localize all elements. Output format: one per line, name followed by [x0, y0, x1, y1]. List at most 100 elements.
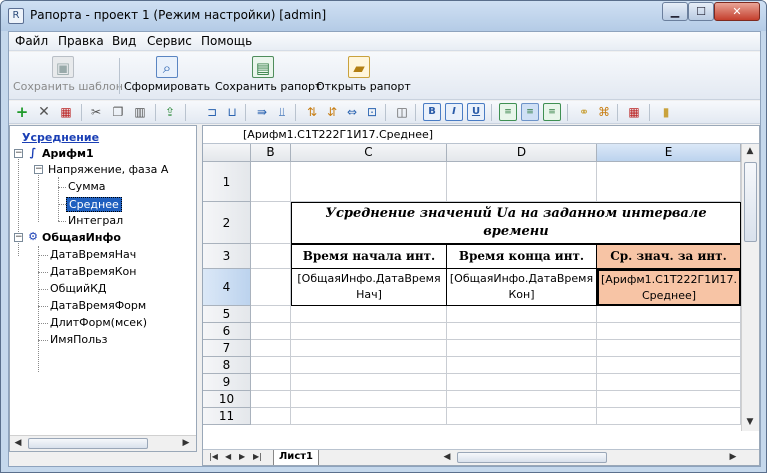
cell-d6[interactable]: [447, 323, 597, 340]
header-start-cell[interactable]: Время начала инт.: [291, 244, 447, 269]
abc-transform-icon[interactable]: ⌘: [595, 103, 613, 121]
cell-e9[interactable]: [597, 374, 741, 391]
collapse-icon[interactable]: −: [14, 149, 23, 158]
fit-width-icon[interactable]: ⇔: [343, 103, 361, 121]
scroll-right-icon[interactable]: ▶: [725, 450, 741, 465]
insert-row-icon[interactable]: ⫫: [273, 103, 291, 121]
scroll-thumb[interactable]: [457, 452, 607, 463]
cell-b8[interactable]: [251, 357, 291, 374]
menu-edit[interactable]: Правка: [58, 34, 104, 48]
prev-sheet-icon[interactable]: ◀: [225, 452, 231, 461]
sheet-horizontal-scrollbar[interactable]: ◀ ▶: [439, 450, 759, 465]
header-end-cell[interactable]: Время конца инт.: [447, 244, 597, 269]
align-center-icon[interactable]: ≡: [521, 103, 539, 121]
cell-d10[interactable]: [447, 391, 597, 408]
row-header-9[interactable]: 9: [203, 374, 251, 391]
cell-b7[interactable]: [251, 340, 291, 357]
cell-b6[interactable]: [251, 323, 291, 340]
value-average-cell[interactable]: [Арифм1.С1Т222Г1И17.Среднее]: [597, 269, 741, 306]
menu-service[interactable]: Сервис: [147, 34, 192, 48]
row-header-11[interactable]: 11: [203, 408, 251, 425]
italic-button[interactable]: I: [445, 103, 463, 121]
cell-c7[interactable]: [291, 340, 447, 357]
cell-c8[interactable]: [291, 357, 447, 374]
maximize-button[interactable]: ☐: [688, 2, 714, 21]
column-header-c[interactable]: C: [291, 144, 447, 162]
properties-icon[interactable]: ▦: [57, 103, 75, 121]
row-header-8[interactable]: 8: [203, 357, 251, 374]
tree-leaf-sum[interactable]: Сумма: [68, 180, 106, 193]
tree-leaf-duration[interactable]: ДлитФорм(мсек): [50, 316, 147, 329]
close-button[interactable]: ✕: [714, 2, 760, 21]
row-header-5[interactable]: 5: [203, 306, 251, 323]
align-left-icon[interactable]: ≡: [499, 103, 517, 121]
cell-e5[interactable]: [597, 306, 741, 323]
menu-view[interactable]: Вид: [112, 34, 136, 48]
formula-bar[interactable]: [Арифм1.С1Т222Г1И17.Среднее]: [203, 126, 759, 144]
row-header-3[interactable]: 3: [203, 244, 251, 269]
column-header-e[interactable]: E: [597, 144, 741, 162]
scroll-left-icon[interactable]: ◀: [10, 436, 26, 451]
cell-e8[interactable]: [597, 357, 741, 374]
settings-sheet-icon[interactable]: ▦: [625, 103, 643, 121]
cell-e10[interactable]: [597, 391, 741, 408]
underline-button[interactable]: U: [467, 103, 485, 121]
value-start-cell[interactable]: [ОбщаяИнфо.ДатаВремяНач]: [291, 269, 447, 306]
tree-leaf-user[interactable]: ИмяПольз: [50, 333, 108, 346]
handshake-icon[interactable]: ⚭: [575, 103, 593, 121]
report-title-cell[interactable]: Усреднение значений Ua на заданном интер…: [291, 202, 741, 244]
delete-icon[interactable]: ✕: [35, 103, 53, 121]
scroll-up-icon[interactable]: ▲: [742, 144, 758, 159]
tree-leaf-start[interactable]: ДатаВремяНач: [50, 248, 136, 261]
tree-node-info[interactable]: ОбщаяИнфо: [42, 231, 121, 244]
cell-b5[interactable]: [251, 306, 291, 323]
row-header-1[interactable]: 1: [203, 162, 251, 202]
menu-help[interactable]: Помощь: [201, 34, 252, 48]
cell-e11[interactable]: [597, 408, 741, 425]
generate-button[interactable]: ⌕ Сформировать: [124, 54, 210, 98]
tree-leaf-average[interactable]: Среднее: [66, 197, 122, 212]
cell-c9[interactable]: [291, 374, 447, 391]
align-right-icon[interactable]: ≡: [543, 103, 561, 121]
bold-button[interactable]: B: [423, 103, 441, 121]
row-header-10[interactable]: 10: [203, 391, 251, 408]
row-header-6[interactable]: 6: [203, 323, 251, 340]
move-up-icon[interactable]: ⇪: [161, 103, 179, 121]
tree-leaf-kd[interactable]: ОбщийКД: [50, 282, 107, 295]
copy-icon[interactable]: ❐: [109, 103, 127, 121]
cell-d1[interactable]: [447, 162, 597, 202]
cell-c5[interactable]: [291, 306, 447, 323]
split-cells-icon[interactable]: ⊔: [223, 103, 241, 121]
cell-format-icon[interactable]: ◫: [393, 103, 411, 121]
cell-b10[interactable]: [251, 391, 291, 408]
report-icon[interactable]: ▮: [657, 103, 675, 121]
column-header-d[interactable]: D: [447, 144, 597, 162]
grid-corner[interactable]: [203, 144, 251, 162]
row-header-7[interactable]: 7: [203, 340, 251, 357]
sort-asc-icon[interactable]: ⇅: [303, 103, 321, 121]
scroll-right-icon[interactable]: ▶: [178, 436, 194, 451]
tree-node-phase[interactable]: Напряжение, фаза А: [48, 163, 168, 176]
sort-desc-icon[interactable]: ⇵: [323, 103, 341, 121]
cell-b1[interactable]: [251, 162, 291, 202]
save-template-button[interactable]: ▣ Сохранить шаблон: [13, 54, 123, 98]
scroll-down-icon[interactable]: ▼: [742, 415, 758, 430]
column-header-b[interactable]: B: [251, 144, 291, 162]
cell-d11[interactable]: [447, 408, 597, 425]
cell-b9[interactable]: [251, 374, 291, 391]
cell-c6[interactable]: [291, 323, 447, 340]
value-end-cell[interactable]: [ОбщаяИнфо.ДатаВремяКон]: [447, 269, 597, 306]
first-sheet-icon[interactable]: |◀: [209, 452, 218, 461]
cell-d9[interactable]: [447, 374, 597, 391]
cell-c1[interactable]: [291, 162, 447, 202]
cell-e7[interactable]: [597, 340, 741, 357]
cell-b4[interactable]: [251, 269, 291, 306]
cell-b3[interactable]: [251, 244, 291, 269]
next-sheet-icon[interactable]: ▶: [239, 452, 245, 461]
collapse-icon[interactable]: −: [14, 233, 23, 242]
add-icon[interactable]: +: [13, 103, 31, 121]
menu-file[interactable]: Файл: [15, 34, 48, 48]
cell-e1[interactable]: [597, 162, 741, 202]
scroll-thumb[interactable]: [28, 438, 148, 449]
tree-leaf-end[interactable]: ДатаВремяКон: [50, 265, 136, 278]
